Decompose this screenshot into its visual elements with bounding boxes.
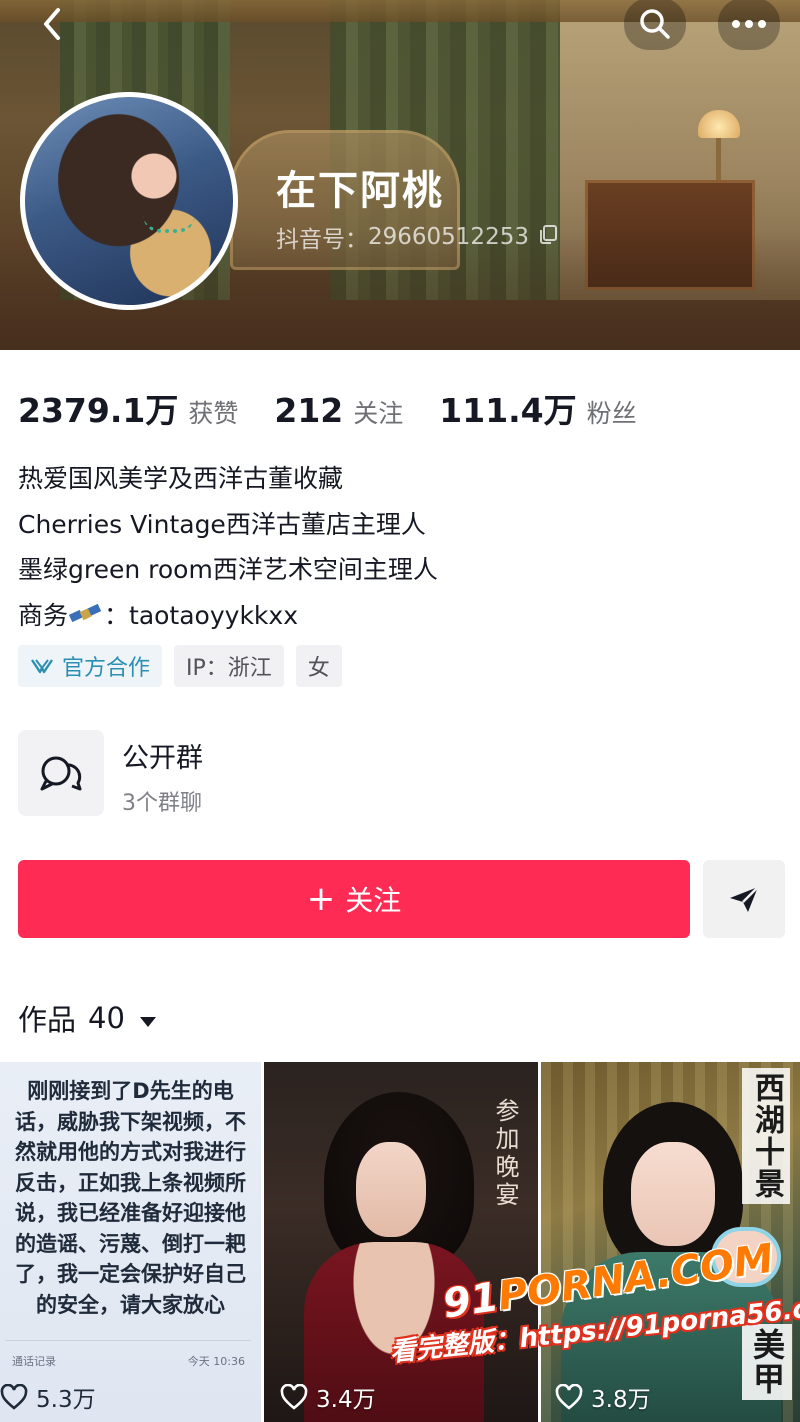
video-grid: 刚刚接到了D先生的电话，威胁我下架视频，不然就用他的方式对我进行反击，正如我上条… bbox=[0, 1062, 800, 1422]
bio-line: 墨绿green room西洋艺术空间主理人 bbox=[18, 555, 438, 584]
call-record-bar: 通话记录 今天 10:36 bbox=[6, 1340, 251, 1380]
follow-label: 关注 bbox=[345, 884, 402, 917]
call-record-time: 今天 10:36 bbox=[187, 1354, 245, 1368]
video-overlay-text: 美甲 bbox=[742, 1324, 792, 1400]
bio-line: Cherries Vintage西洋古董店主理人 bbox=[18, 509, 426, 539]
stat-following-label: 关注 bbox=[353, 399, 404, 428]
video-overlay-text: 西湖十景 bbox=[742, 1068, 790, 1204]
stat-following[interactable]: 212 关注 bbox=[274, 391, 403, 430]
nickname: 在下阿桃 bbox=[276, 168, 444, 214]
video-likes-count: 5.3万 bbox=[36, 1387, 96, 1413]
bio: 热爱国风美学及西洋古董收藏 Cherries Vintage西洋古董店主理人 墨… bbox=[18, 456, 438, 638]
video-overlay-text: 刚刚接到了D先生的电话，威胁我下架视频，不然就用他的方式对我进行反击，正如我上条… bbox=[15, 1079, 246, 1317]
douyin-id[interactable]: 抖音号： 29660512253 bbox=[276, 220, 559, 254]
video-thumbnail[interactable]: 参加晚宴 3.4万 bbox=[264, 1062, 538, 1422]
more-icon bbox=[732, 20, 766, 28]
more-button[interactable] bbox=[718, 0, 780, 50]
share-button[interactable] bbox=[703, 860, 785, 938]
video-likes-count: 3.8万 bbox=[591, 1387, 651, 1413]
watermark-prefix: 91 bbox=[440, 1274, 502, 1328]
stat-followers[interactable]: 111.4万 粉丝 bbox=[439, 384, 636, 432]
heart-icon bbox=[555, 1384, 583, 1410]
back-button[interactable] bbox=[22, 0, 82, 52]
bio-line-business: 商务 ：taotaoyykkxx bbox=[18, 593, 438, 639]
official-icon bbox=[31, 659, 53, 674]
stat-followers-value: 111.4万 bbox=[439, 391, 577, 430]
bio-business-contact: ：taotaoyykkxx bbox=[104, 600, 298, 630]
ip-location-tag: IP：浙江 bbox=[174, 645, 284, 687]
search-icon bbox=[640, 9, 670, 39]
group-title[interactable]: 公开群 bbox=[122, 736, 203, 775]
stat-likes-label: 获赞 bbox=[188, 399, 239, 428]
video-likes: 3.4万 bbox=[280, 1380, 376, 1414]
works-label: 作品 bbox=[18, 1003, 77, 1037]
stat-likes-value: 2379.1万 bbox=[18, 391, 179, 430]
video-thumbnail[interactable]: 刚刚接到了D先生的电话，威胁我下架视频，不然就用他的方式对我进行反击，正如我上条… bbox=[0, 1062, 261, 1422]
plus-icon: + bbox=[306, 879, 336, 919]
official-cooperation-label: 官方合作 bbox=[62, 656, 151, 681]
heart-icon bbox=[280, 1384, 308, 1410]
profile-stats: 2379.1万 获赞 212 关注 111.4万 粉丝 bbox=[18, 384, 673, 432]
bio-line: 热爱国风美学及西洋古董收藏 bbox=[18, 464, 344, 493]
group-chat-icon bbox=[40, 756, 82, 791]
call-record-label: 通话记录 bbox=[12, 1354, 56, 1368]
stat-followers-label: 粉丝 bbox=[586, 399, 637, 428]
follow-button[interactable]: + 关注 bbox=[18, 860, 690, 938]
video-overlay-text: 参加晚宴 bbox=[491, 1098, 519, 1210]
bio-business-prefix: 商务 bbox=[18, 600, 69, 630]
heart-icon bbox=[0, 1384, 28, 1410]
video-likes: 3.8万 bbox=[555, 1380, 651, 1414]
douyin-id-value: 29660512253 bbox=[368, 224, 529, 250]
official-cooperation-tag[interactable]: 官方合作 bbox=[18, 645, 163, 687]
douyin-id-label: 抖音号： bbox=[276, 227, 368, 253]
share-icon bbox=[730, 886, 759, 912]
search-button[interactable] bbox=[624, 0, 686, 50]
back-icon bbox=[44, 8, 60, 40]
gender-tag: 女 bbox=[295, 645, 342, 687]
avatar[interactable] bbox=[20, 92, 238, 310]
stat-following-value: 212 bbox=[274, 391, 344, 430]
satellite-icon bbox=[68, 597, 104, 623]
copy-icon[interactable] bbox=[537, 223, 559, 251]
works-count: 40 bbox=[88, 1001, 125, 1035]
video-likes: 5.3万 bbox=[0, 1380, 96, 1414]
stat-likes[interactable]: 2379.1万 获赞 bbox=[18, 384, 238, 432]
video-likes-count: 3.4万 bbox=[316, 1387, 376, 1413]
profile-tags: 官方合作 IP：浙江 女 bbox=[18, 645, 354, 687]
works-tab[interactable]: 作品 40 bbox=[18, 997, 157, 1039]
caret-down-icon bbox=[139, 1001, 157, 1035]
group-chat-button[interactable] bbox=[18, 730, 104, 816]
group-subtitle: 3个群聊 bbox=[122, 791, 202, 816]
